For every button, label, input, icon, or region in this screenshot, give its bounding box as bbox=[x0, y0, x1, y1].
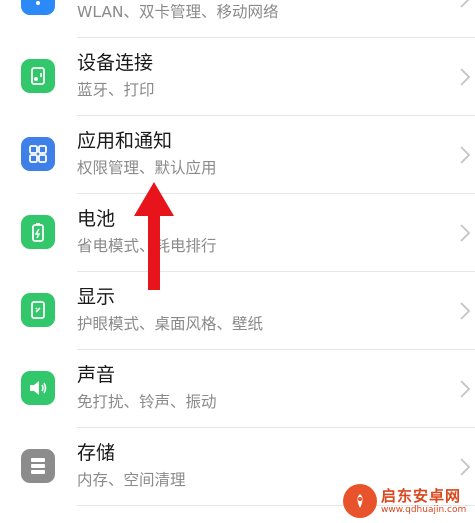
chevron-right-icon bbox=[460, 146, 471, 164]
chevron-right-icon bbox=[460, 380, 471, 398]
chevron-right-icon bbox=[460, 0, 470, 8]
settings-item-title: 应用和通知 bbox=[77, 130, 173, 152]
settings-item-subtitle: WLAN、双卡管理、移动网络 bbox=[77, 3, 279, 21]
chevron-right-icon bbox=[460, 302, 471, 320]
storage-icon bbox=[21, 449, 55, 483]
settings-item-subtitle: 权限管理、默认应用 bbox=[77, 159, 217, 177]
settings-item-apps-notifications[interactable]: 应用和通知 权限管理、默认应用 bbox=[0, 116, 475, 194]
watermark-url: www.qdhuajin.com bbox=[381, 504, 467, 515]
sound-icon bbox=[21, 371, 55, 405]
settings-item-sound[interactable]: 声音 免打扰、铃声、振动 bbox=[0, 350, 475, 428]
site-watermark: 启东安卓网 www.qdhuajin.com bbox=[343, 479, 475, 523]
device-connection-icon bbox=[21, 59, 55, 93]
settings-item-title: 声音 bbox=[77, 364, 116, 386]
settings-screen: WLAN、双卡管理、移动网络 设备连接 蓝牙、打印 应用和通知 权限管理、默认应… bbox=[0, 0, 475, 523]
settings-item-subtitle: 蓝牙、打印 bbox=[77, 81, 155, 99]
chevron-right-icon bbox=[460, 68, 471, 86]
settings-item-title: 存储 bbox=[77, 442, 116, 464]
battery-icon bbox=[21, 215, 55, 249]
watermark-name: 启东安卓网 bbox=[381, 486, 462, 505]
settings-item-battery[interactable]: 电池 省电模式、耗电排行 bbox=[0, 194, 475, 272]
settings-item-device-connection[interactable]: 设备连接 蓝牙、打印 bbox=[0, 38, 475, 116]
red-arrow-annotation bbox=[134, 182, 174, 290]
settings-item-subtitle: 免打扰、铃声、振动 bbox=[77, 393, 217, 411]
settings-item-subtitle: 内存、空间清理 bbox=[77, 471, 186, 489]
settings-item-wireless-networks[interactable]: WLAN、双卡管理、移动网络 bbox=[0, 0, 475, 38]
wifi-icon bbox=[21, 0, 55, 15]
settings-item-title: 显示 bbox=[77, 286, 116, 308]
display-icon bbox=[21, 293, 55, 327]
watermark-text: 启东安卓网 www.qdhuajin.com bbox=[381, 487, 466, 516]
apps-grid-icon bbox=[21, 137, 55, 171]
settings-item-subtitle: 护眼模式、桌面风格、壁纸 bbox=[77, 315, 264, 333]
watermark-logo bbox=[343, 484, 377, 518]
chevron-right-icon bbox=[460, 224, 471, 242]
settings-item-title: 设备连接 bbox=[77, 52, 154, 74]
chevron-right-icon bbox=[460, 458, 471, 476]
settings-item-title: 电池 bbox=[77, 208, 116, 230]
settings-list: WLAN、双卡管理、移动网络 设备连接 蓝牙、打印 应用和通知 权限管理、默认应… bbox=[0, 0, 475, 506]
settings-item-display[interactable]: 显示 护眼模式、桌面风格、壁纸 bbox=[0, 272, 475, 350]
